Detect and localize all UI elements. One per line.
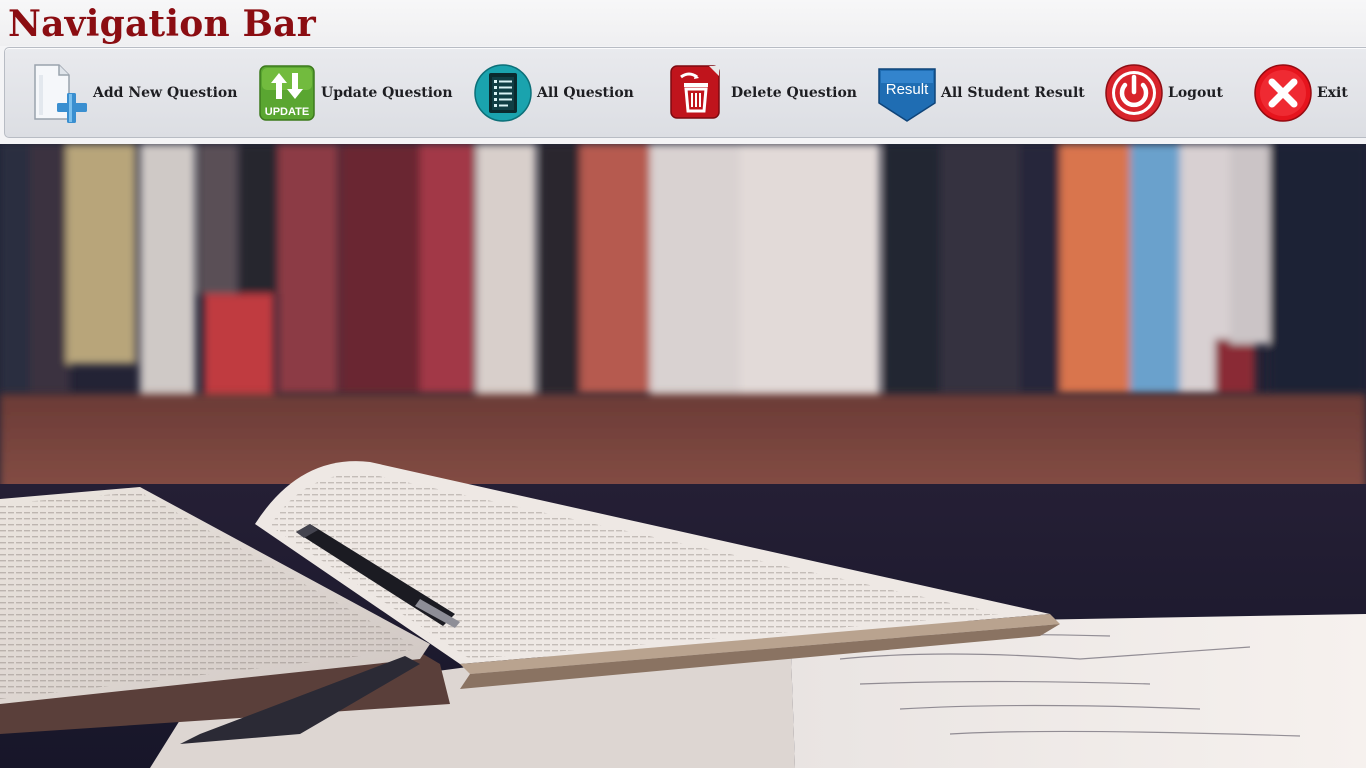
trash-icon — [670, 64, 720, 119]
delete-question-button[interactable]: Delete Question — [667, 48, 857, 137]
logout-button[interactable]: Logout — [1104, 48, 1223, 137]
update-icon: UPDATE — [259, 64, 315, 121]
all-student-result-button[interactable]: Result All Student Result — [877, 48, 1085, 137]
exit-label: Exit — [1317, 84, 1348, 101]
logout-label: Logout — [1168, 84, 1223, 101]
update-question-button[interactable]: UPDATE Update Question — [257, 48, 453, 137]
question-list-icon — [474, 63, 532, 122]
delete-question-label: Delete Question — [731, 84, 857, 101]
result-badge-text: Result — [886, 81, 929, 98]
add-document-icon — [34, 63, 87, 123]
update-question-label: Update Question — [321, 84, 453, 101]
add-new-question-label: Add New Question — [93, 84, 238, 101]
result-badge-icon: Result — [878, 67, 936, 122]
add-new-question-button[interactable]: Add New Question — [29, 48, 237, 137]
all-question-button[interactable]: All Question — [473, 48, 634, 137]
close-icon — [1254, 63, 1312, 122]
books-on-desk-image — [0, 144, 1366, 768]
background-photo — [0, 144, 1366, 768]
exit-button[interactable]: Exit — [1253, 48, 1348, 137]
svg-text:UPDATE: UPDATE — [265, 106, 309, 118]
navigation-toolbar: Add New Question UPDATE Update Question — [4, 47, 1366, 138]
page-title: Navigation Bar — [8, 3, 316, 45]
power-icon — [1105, 63, 1163, 122]
all-question-label: All Question — [537, 84, 634, 101]
all-student-result-label: All Student Result — [941, 84, 1085, 101]
